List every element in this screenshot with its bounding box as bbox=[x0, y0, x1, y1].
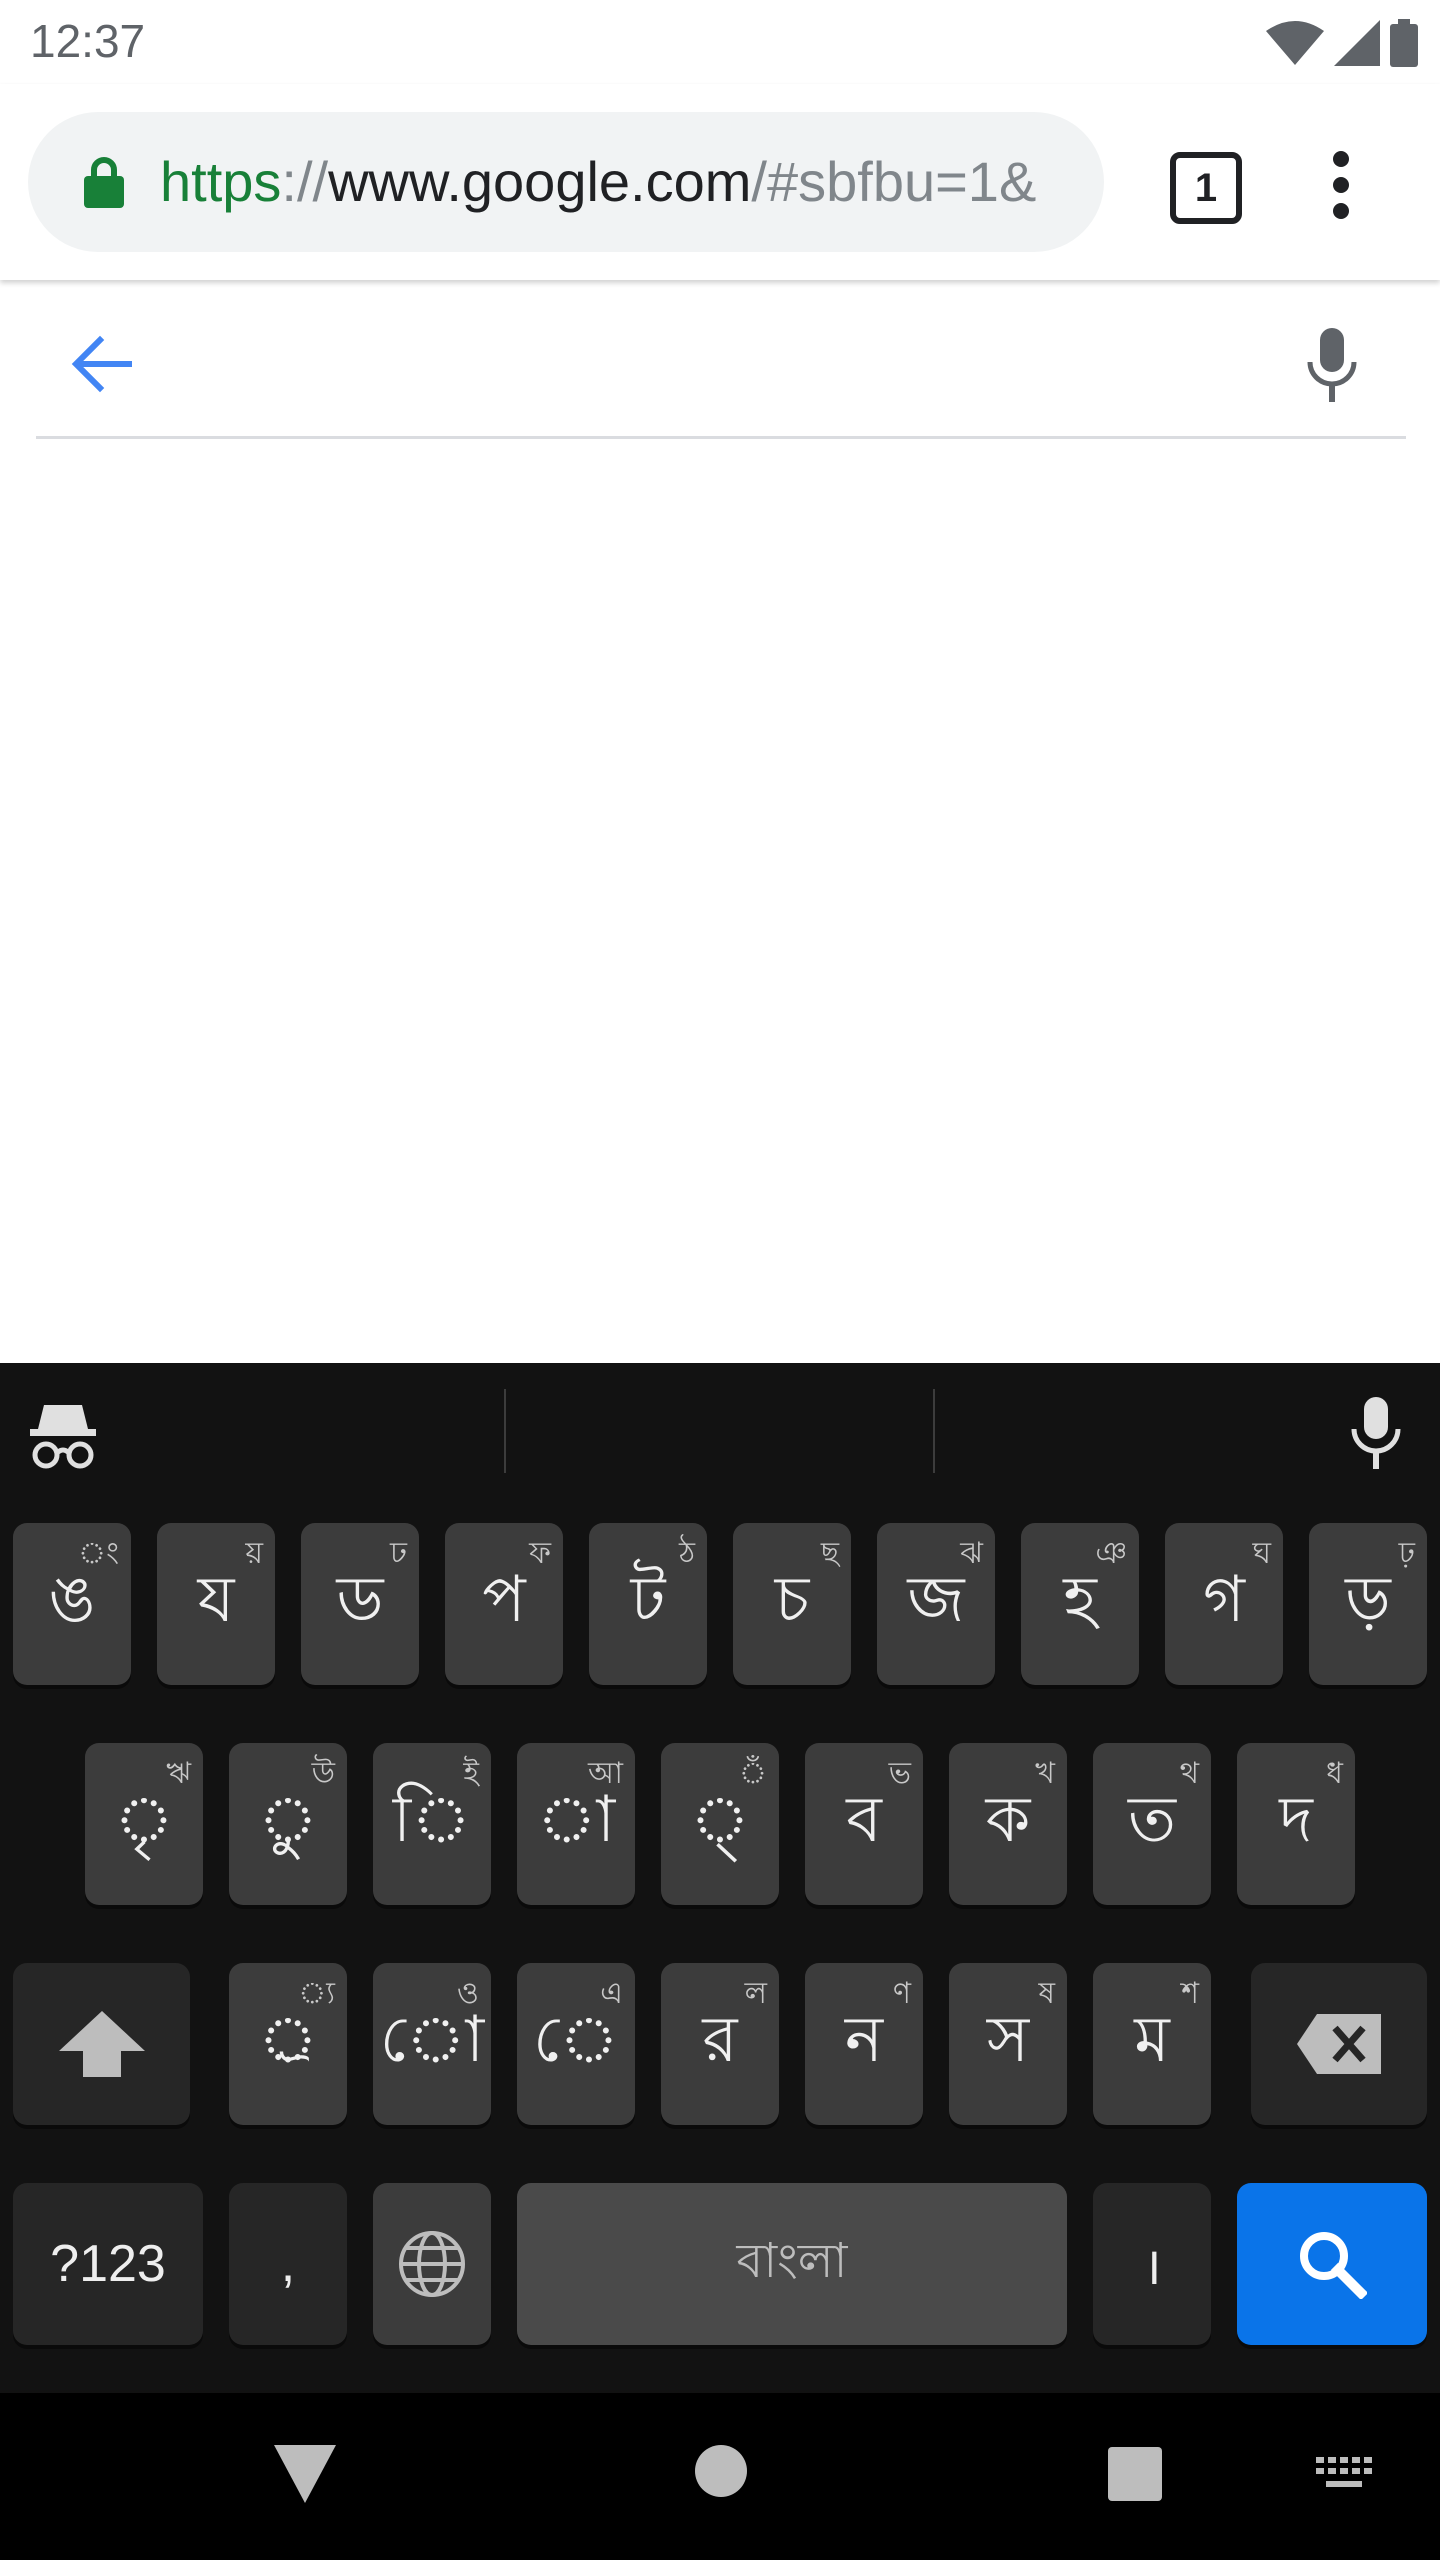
suggestion-divider bbox=[504, 1389, 506, 1473]
key[interactable]: ে এ bbox=[517, 1963, 635, 2125]
symbols-key[interactable]: ?123 bbox=[13, 2183, 203, 2345]
url-text[interactable]: https://www.google.com/#sbfbu=1& bbox=[160, 142, 1090, 222]
battery-icon bbox=[1390, 19, 1418, 67]
search-icon bbox=[1237, 2183, 1427, 2345]
comma-label: , bbox=[280, 2235, 296, 2293]
address-bar[interactable]: https://www.google.com/#sbfbu=1& bbox=[28, 112, 1104, 252]
key-hint: ঠ bbox=[678, 1536, 695, 1571]
key-hint: ই bbox=[463, 1756, 479, 1791]
symbols-label: ?123 bbox=[50, 2235, 166, 2293]
key[interactable]: তথ bbox=[1093, 1743, 1211, 1905]
key-hint: খ bbox=[1035, 1756, 1055, 1791]
key-hint: ল bbox=[744, 1976, 767, 2011]
key-hint: ঘ bbox=[1252, 1536, 1271, 1571]
key-hint: ঝ bbox=[960, 1536, 983, 1571]
key-hint: ধ bbox=[1326, 1756, 1343, 1791]
key[interactable]: সষ bbox=[949, 1963, 1067, 2125]
globe-icon bbox=[373, 2183, 491, 2345]
key[interactable]: ি ই bbox=[373, 1743, 491, 1905]
backspace-icon bbox=[1251, 1963, 1427, 2125]
signal-icon bbox=[1334, 20, 1380, 66]
suggestion-divider bbox=[933, 1389, 935, 1473]
key-hint: ঋ bbox=[166, 1756, 191, 1791]
lock-icon bbox=[84, 157, 124, 208]
key-hint: ছ bbox=[820, 1536, 839, 1571]
key-hint: ং bbox=[77, 1536, 119, 1571]
keyboard: ঙং য য় ডঢ পফ টঠ চছ জঝ হঞ গঘ ড় ঢ় ৃ ঋ ু উ ি… bbox=[0, 1363, 1440, 2393]
key[interactable]: ু উ bbox=[229, 1743, 347, 1905]
language-key[interactable] bbox=[373, 2183, 491, 2345]
status-icons bbox=[1266, 18, 1418, 68]
url-host: www.google.com bbox=[328, 150, 752, 213]
key[interactable]: নণ bbox=[805, 1963, 923, 2125]
url-separator: :// bbox=[281, 150, 329, 213]
key[interactable]: ৃ ঋ bbox=[85, 1743, 203, 1905]
key-hint: শ bbox=[1181, 1976, 1199, 2011]
search-input[interactable] bbox=[176, 320, 1280, 418]
key-hint: ্য bbox=[298, 1976, 335, 2011]
key-hint: য় bbox=[245, 1536, 263, 1571]
key[interactable]: ঙং bbox=[13, 1523, 131, 1685]
key[interactable]: পফ bbox=[445, 1523, 563, 1685]
danda-key[interactable]: । bbox=[1093, 2183, 1211, 2345]
key-hint: ঞ bbox=[1095, 1536, 1127, 1571]
incognito-icon bbox=[30, 1405, 96, 1469]
status-bar: 12:37 bbox=[0, 0, 1440, 84]
tab-count: 1 bbox=[1194, 165, 1218, 210]
key[interactable]: হঞ bbox=[1021, 1523, 1139, 1685]
comma-key[interactable]: , bbox=[229, 2183, 347, 2345]
key-hint: ও bbox=[456, 1976, 479, 2011]
url-path: /#sbfbu=1& bbox=[751, 150, 1037, 213]
tab-switcher-button[interactable]: 1 bbox=[1170, 152, 1242, 224]
navigation-bar bbox=[0, 2393, 1440, 2560]
key[interactable]: ্ঁ bbox=[661, 1743, 779, 1905]
overflow-menu-icon[interactable] bbox=[1320, 150, 1362, 220]
key-hint: ঢ় bbox=[1398, 1536, 1415, 1571]
keyboard-switch-icon[interactable] bbox=[1316, 2457, 1372, 2491]
key[interactable]: দধ bbox=[1237, 1743, 1355, 1905]
key-hint: থ bbox=[1179, 1756, 1199, 1791]
key[interactable]: ো ও bbox=[373, 1963, 491, 2125]
danda-label: । bbox=[1142, 2237, 1162, 2296]
key-hint: এ bbox=[600, 1976, 623, 2011]
wifi-icon bbox=[1266, 21, 1324, 65]
url-scheme: https bbox=[160, 150, 282, 213]
keyboard-toolbar bbox=[0, 1363, 1440, 1509]
search-row bbox=[36, 300, 1406, 439]
key-hint: ষ bbox=[1038, 1976, 1055, 2011]
key-hint: ফ bbox=[529, 1536, 551, 1571]
key[interactable]: জঝ bbox=[877, 1523, 995, 1685]
key[interactable]: া আ bbox=[517, 1743, 635, 1905]
key-hint: ঢ bbox=[390, 1536, 407, 1571]
key-hint: উ bbox=[311, 1756, 335, 1791]
key[interactable]: কখ bbox=[949, 1743, 1067, 1905]
back-arrow-icon[interactable] bbox=[70, 334, 132, 394]
home-circle-icon[interactable] bbox=[695, 2445, 747, 2497]
key[interactable]: ডঢ bbox=[301, 1523, 419, 1685]
key[interactable]: ্র্য bbox=[229, 1963, 347, 2125]
key[interactable]: টঠ bbox=[589, 1523, 707, 1685]
voice-search-icon[interactable] bbox=[1306, 328, 1358, 404]
key-hint: ণ bbox=[892, 1976, 911, 2011]
key[interactable]: মশ bbox=[1093, 1963, 1211, 2125]
key[interactable]: ড় ঢ় bbox=[1309, 1523, 1427, 1685]
shift-key[interactable] bbox=[13, 1963, 190, 2125]
key-hint: ভ bbox=[888, 1756, 911, 1791]
key-hint: ঁ bbox=[738, 1756, 767, 1791]
keyboard-voice-icon[interactable] bbox=[1350, 1397, 1402, 1469]
key[interactable]: বভ bbox=[805, 1743, 923, 1905]
status-time: 12:37 bbox=[30, 15, 146, 67]
key[interactable]: য য় bbox=[157, 1523, 275, 1685]
recents-square-icon[interactable] bbox=[1108, 2447, 1162, 2501]
space-key[interactable]: বাংলা bbox=[517, 2183, 1067, 2345]
shift-icon bbox=[13, 1963, 190, 2125]
key-hint: আ bbox=[588, 1756, 623, 1791]
key[interactable]: রল bbox=[661, 1963, 779, 2125]
space-label: বাংলা bbox=[736, 2232, 848, 2289]
key[interactable]: গঘ bbox=[1165, 1523, 1283, 1685]
back-triangle-icon[interactable] bbox=[274, 2445, 336, 2503]
search-key[interactable] bbox=[1237, 2183, 1427, 2345]
backspace-key[interactable] bbox=[1251, 1963, 1427, 2125]
key[interactable]: চছ bbox=[733, 1523, 851, 1685]
